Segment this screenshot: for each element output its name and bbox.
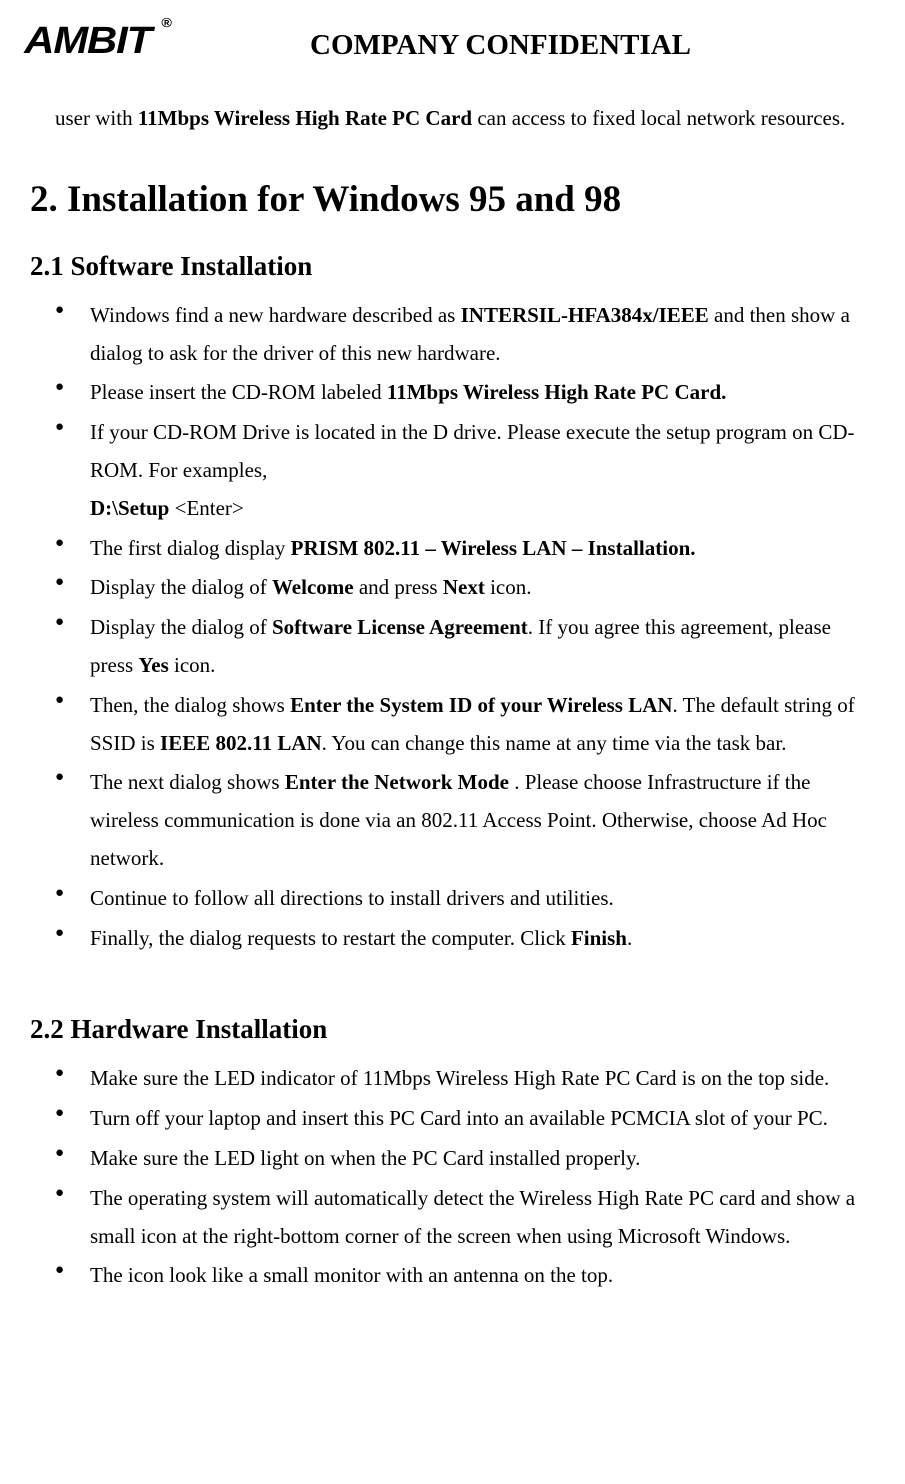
bold-text: Enter the Network Mode bbox=[285, 770, 509, 794]
text: . You can change this name at any time v… bbox=[322, 731, 787, 755]
spacer bbox=[30, 959, 875, 984]
list-item: Make sure the LED light on when the PC C… bbox=[55, 1140, 875, 1178]
list-item: The operating system will automatically … bbox=[55, 1180, 875, 1256]
bold-text: D:\Setup bbox=[90, 496, 175, 520]
text: Please insert the CD-ROM labeled bbox=[90, 380, 387, 404]
bold-text: IEEE 802.11 LAN bbox=[160, 731, 322, 755]
list-item: Continue to follow all directions to ins… bbox=[55, 880, 875, 918]
intro-paragraph: user with 11Mbps Wireless High Rate PC C… bbox=[55, 100, 875, 138]
list-item: Then, the dialog shows Enter the System … bbox=[55, 687, 875, 763]
bold-text: Welcome bbox=[272, 575, 354, 599]
bold-text: PRISM 802.11 – Wireless LAN – Installati… bbox=[291, 536, 696, 560]
text: The next dialog shows bbox=[90, 770, 285, 794]
bold-text: Next bbox=[443, 575, 485, 599]
registered-icon: ® bbox=[161, 15, 170, 30]
sub-line: D:\Setup <Enter> bbox=[90, 490, 875, 528]
section-2-title: 2. Installation for Windows 95 and 98 bbox=[30, 178, 875, 221]
logo-text: AMBIT ® bbox=[24, 20, 151, 63]
logo-word: AMBIT bbox=[24, 20, 151, 62]
bold-text: Finish bbox=[571, 926, 627, 950]
list-item: If your CD-ROM Drive is located in the D… bbox=[55, 414, 875, 527]
text: <Enter> bbox=[175, 496, 244, 520]
text: Continue to follow all directions to ins… bbox=[90, 886, 614, 910]
text: icon. bbox=[485, 575, 532, 599]
list-item: Turn off your laptop and insert this PC … bbox=[55, 1100, 875, 1138]
text: Make sure the LED indicator of 11Mbps Wi… bbox=[90, 1066, 829, 1090]
text: Display the dialog of bbox=[90, 575, 272, 599]
text: . bbox=[627, 926, 632, 950]
text: Finally, the dialog requests to restart … bbox=[90, 926, 571, 950]
software-install-list: Windows find a new hardware described as… bbox=[55, 297, 875, 958]
text: The icon look like a small monitor with … bbox=[90, 1263, 613, 1287]
page-header: AMBIT ® COMPANY CONFIDENTIAL bbox=[30, 20, 875, 70]
list-item: Display the dialog of Software License A… bbox=[55, 609, 875, 685]
list-item: The first dialog display PRISM 802.11 – … bbox=[55, 530, 875, 568]
section-22-title: 2.2 Hardware Installation bbox=[30, 1014, 875, 1045]
list-item: Make sure the LED indicator of 11Mbps Wi… bbox=[55, 1060, 875, 1098]
list-item: The icon look like a small monitor with … bbox=[55, 1257, 875, 1295]
text: Turn off your laptop and insert this PC … bbox=[90, 1106, 828, 1130]
list-item: Windows find a new hardware described as… bbox=[55, 297, 875, 373]
bold-text: 11Mbps Wireless High Rate PC Card. bbox=[387, 380, 727, 404]
text: icon. bbox=[169, 653, 216, 677]
confidential-label: COMPANY CONFIDENTIAL bbox=[310, 29, 691, 62]
list-item: The next dialog shows Enter the Network … bbox=[55, 764, 875, 877]
ambit-logo: AMBIT ® bbox=[30, 20, 230, 70]
hardware-install-list: Make sure the LED indicator of 11Mbps Wi… bbox=[55, 1060, 875, 1295]
text: Display the dialog of bbox=[90, 615, 272, 639]
text: The first dialog display bbox=[90, 536, 291, 560]
text: Then, the dialog shows bbox=[90, 693, 290, 717]
intro-bold: 11Mbps Wireless High Rate PC Card bbox=[138, 106, 472, 130]
text: Windows find a new hardware described as bbox=[90, 303, 461, 327]
text: The operating system will automatically … bbox=[90, 1186, 855, 1248]
text: and press bbox=[354, 575, 443, 599]
text: Make sure the LED light on when the PC C… bbox=[90, 1146, 640, 1170]
list-item: Display the dialog of Welcome and press … bbox=[55, 569, 875, 607]
section-21-title: 2.1 Software Installation bbox=[30, 251, 875, 282]
list-item: Please insert the CD-ROM labeled 11Mbps … bbox=[55, 374, 875, 412]
intro-suffix: can access to fixed local network resour… bbox=[472, 106, 845, 130]
text: If your CD-ROM Drive is located in the D… bbox=[90, 420, 855, 482]
bold-text: INTERSIL-HFA384x/IEEE bbox=[461, 303, 709, 327]
bold-text: Yes bbox=[138, 653, 168, 677]
intro-prefix: user with bbox=[55, 106, 138, 130]
bold-text: Enter the System ID of your Wireless LAN bbox=[290, 693, 672, 717]
list-item: Finally, the dialog requests to restart … bbox=[55, 920, 875, 958]
bold-text: Software License Agreement bbox=[272, 615, 528, 639]
